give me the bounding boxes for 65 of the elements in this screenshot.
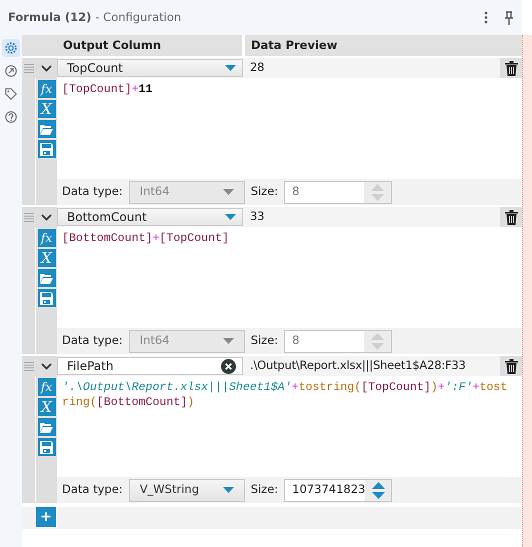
function-button[interactable]: fx (38, 378, 56, 396)
chevron-icon (40, 64, 52, 72)
tag-icon (4, 87, 18, 101)
caret-icon (225, 214, 236, 220)
folder-icon (40, 124, 53, 134)
panel-subtitle: - Configuration (95, 8, 182, 26)
trash-icon (504, 60, 518, 76)
chevron-icon (40, 362, 52, 370)
panel-title: Formula (12) (8, 8, 92, 26)
data-type-label: Data type: (62, 183, 123, 200)
size-label: Size: (250, 481, 278, 498)
trash-icon (504, 358, 518, 374)
caret-icon (222, 189, 234, 195)
data-type-label: Data type: (62, 481, 123, 498)
save-button[interactable] (38, 438, 56, 456)
save-button[interactable] (38, 140, 56, 158)
function-button[interactable]: fx (38, 229, 56, 247)
clear-icon[interactable] (221, 358, 236, 374)
floppy-icon (40, 440, 53, 454)
delete-button[interactable] (500, 58, 522, 78)
data-preview: .\Output\Report.xlsx|||Sheet1$A28:F33 (249, 357, 467, 374)
function-button[interactable]: fx (38, 80, 56, 98)
collapse-button[interactable] (35, 356, 57, 376)
open-folder-button[interactable] (38, 120, 56, 138)
collapse-button[interactable] (35, 58, 57, 78)
data-type-dropdown[interactable]: V_WString (128, 478, 245, 502)
folder-icon (40, 422, 53, 432)
delete-button[interactable] (500, 356, 522, 376)
save-button[interactable] (38, 289, 56, 307)
delete-button[interactable] (500, 207, 522, 227)
variable-button[interactable]: X (38, 398, 56, 416)
output-column-field[interactable]: FilePath (57, 357, 243, 375)
pin-icon[interactable] (504, 10, 514, 24)
drag-handle-icon[interactable] (24, 362, 34, 370)
open-folder-button[interactable] (38, 269, 56, 287)
caret-icon (222, 487, 234, 493)
chevron-icon (40, 214, 52, 220)
collapse-button[interactable] (35, 207, 57, 227)
trash-icon (504, 210, 518, 224)
up-arrow-icon[interactable] (372, 482, 385, 488)
help-icon (4, 110, 18, 124)
more-options-icon[interactable] (484, 11, 488, 24)
output-column-dropdown[interactable]: BottomCount (57, 208, 243, 226)
caret-icon (225, 65, 236, 71)
sidebar-tab[interactable] (2, 39, 20, 57)
size-label: Size: (250, 183, 278, 200)
output-column-dropdown[interactable]: TopCount (57, 59, 243, 77)
add-formula-button[interactable]: + (36, 507, 56, 527)
folder-icon (40, 272, 53, 284)
data-preview: 28 (249, 59, 266, 76)
variable-button[interactable]: X (38, 100, 56, 118)
size-label: Size: (250, 332, 278, 350)
settings-icon (4, 41, 18, 55)
data-type-label: Data type: (62, 332, 123, 350)
floppy-icon (40, 292, 53, 304)
data-preview: 33 (249, 208, 266, 226)
floppy-icon (40, 142, 53, 156)
down-arrow-icon[interactable] (372, 492, 385, 498)
size-spinner[interactable]: 1073741823 (284, 478, 392, 502)
caret-icon (222, 338, 234, 344)
open-folder-button[interactable] (38, 418, 56, 436)
variable-button[interactable]: X (38, 249, 56, 267)
column-header: Data Preview (250, 36, 338, 54)
drag-handle-icon[interactable] (24, 212, 34, 222)
drag-handle-icon[interactable] (24, 64, 34, 72)
